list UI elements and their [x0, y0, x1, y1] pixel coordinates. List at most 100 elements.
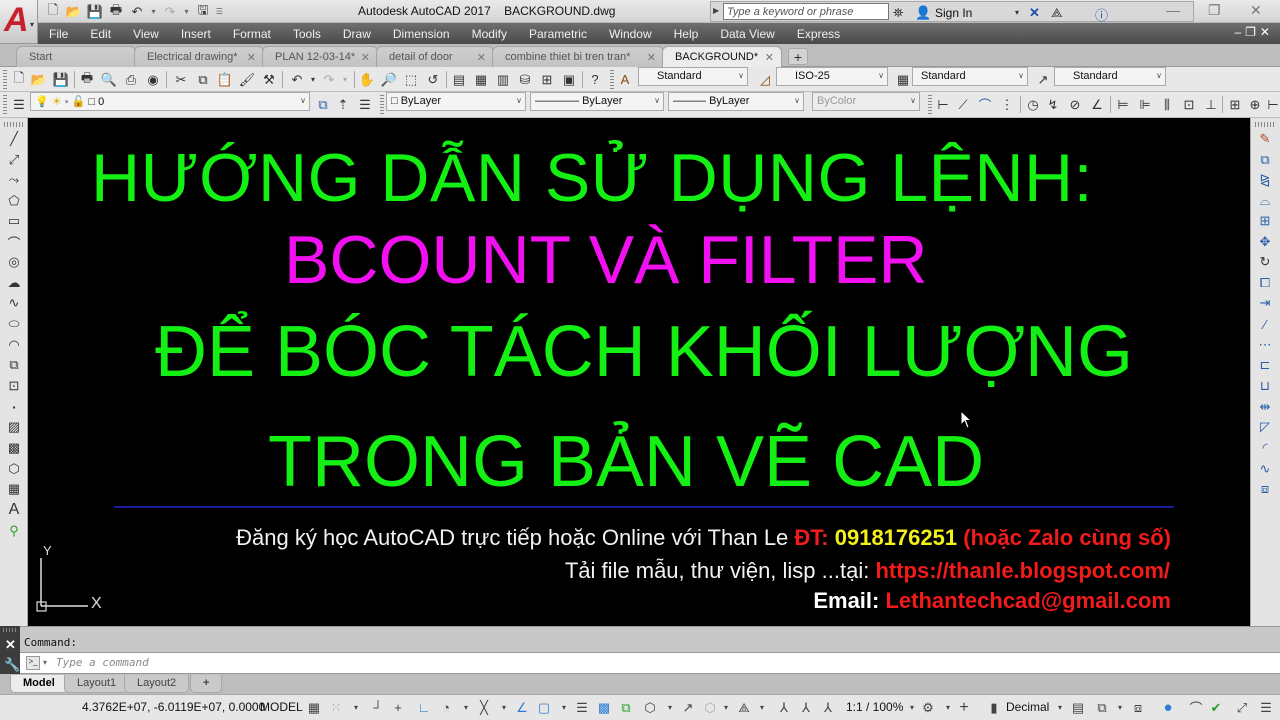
angular-dimension-icon[interactable]: ∠	[1088, 96, 1106, 113]
construction-line-icon[interactable]: ⤢	[4, 151, 24, 169]
linear-dimension-icon[interactable]: ⊢	[934, 96, 952, 113]
erase-icon[interactable]: ✎	[1255, 130, 1275, 148]
tab-plan[interactable]: PLAN 12-03-14* ✕	[262, 46, 378, 67]
workspace-gear-icon[interactable]: ⚙	[920, 699, 936, 716]
command-input[interactable]	[56, 656, 856, 669]
polyline-icon[interactable]: ⤳	[4, 171, 24, 189]
tab-layout2[interactable]: Layout2	[124, 675, 190, 693]
ellipse-arc-icon[interactable]: ◠	[4, 336, 24, 354]
open-icon[interactable]: 📂	[30, 71, 48, 88]
isometric-drafting-icon[interactable]: ╳	[476, 699, 492, 716]
undo-icon[interactable]: ↶	[128, 3, 146, 21]
ortho-icon[interactable]: ∟	[416, 699, 432, 716]
menu-parametric[interactable]: Parametric	[518, 27, 598, 41]
table-icon[interactable]: ▦	[4, 480, 24, 498]
toolbar-grip[interactable]	[4, 122, 24, 127]
close-tab-icon[interactable]: ✕	[477, 51, 486, 64]
rectangle-icon[interactable]: ▭	[4, 212, 24, 230]
region-icon[interactable]: ⬡	[4, 460, 24, 478]
circle-icon[interactable]: ◎	[4, 253, 24, 271]
save-as-icon[interactable]: 🖫	[194, 2, 212, 21]
gradient-icon[interactable]: ▩	[4, 439, 24, 457]
model-space-button[interactable]: MODEL	[260, 700, 303, 714]
array-icon[interactable]: ⊞	[1255, 212, 1275, 230]
menu-draw[interactable]: Draw	[332, 27, 382, 41]
center-mark-icon[interactable]: ⊕	[1246, 96, 1264, 113]
tab-layout1[interactable]: Layout1	[64, 675, 130, 693]
add-selected-icon[interactable]: ⚲	[4, 522, 24, 540]
linetype-select[interactable]: ———— ByLayer ∨	[530, 92, 664, 111]
ellipse-icon[interactable]: ⬭	[4, 315, 24, 333]
units-ruler-icon[interactable]: ▮	[986, 699, 1002, 716]
layer-properties-icon[interactable]: ☰	[10, 96, 28, 113]
3d-object-snap-icon[interactable]: ⬡	[642, 699, 658, 716]
toolbar-grip[interactable]	[3, 95, 7, 114]
scale-icon[interactable]: ⧠	[1255, 274, 1275, 292]
3d-print-icon[interactable]: ◉	[144, 71, 162, 88]
continue-dimension-icon[interactable]: ⫼	[1158, 96, 1176, 113]
baseline-dimension-icon[interactable]: ⊫	[1136, 96, 1154, 113]
diameter-dimension-icon[interactable]: ⊘	[1066, 96, 1084, 113]
plot-preview-icon[interactable]: 🔍	[100, 71, 118, 88]
copy-icon[interactable]: ⧉	[194, 71, 212, 88]
gizmo-dropdown-icon[interactable]: ▾	[754, 699, 770, 716]
search-input[interactable]	[723, 3, 889, 20]
layer-previous-icon[interactable]: ⇡	[334, 96, 352, 113]
toolbar-grip[interactable]	[928, 95, 932, 114]
quick-dimension-icon[interactable]: ⊨	[1114, 96, 1132, 113]
tab-electrical-drawing[interactable]: Electrical drawing* ✕	[134, 46, 264, 67]
save-icon[interactable]: 💾	[52, 71, 70, 88]
lock-ui-icon[interactable]: ⧉	[1094, 699, 1110, 716]
snap-icon[interactable]: ⁙	[328, 699, 344, 716]
minimize-button[interactable]: —	[1166, 2, 1180, 18]
units-value[interactable]: Decimal	[1006, 700, 1049, 714]
3d-osnap-dropdown-icon[interactable]: ▾	[662, 699, 678, 716]
fullscreen-icon[interactable]: ⤢	[1234, 699, 1250, 716]
close-tab-icon[interactable]: ✕	[647, 51, 656, 64]
paste-icon[interactable]: 📋	[216, 71, 234, 88]
new-icon[interactable]: 🗋	[10, 70, 28, 88]
close-tab-icon[interactable]: ✕	[247, 51, 256, 64]
close-tab-icon[interactable]: ✕	[361, 51, 370, 64]
scale-dropdown-icon[interactable]: ▾	[904, 699, 920, 716]
ordinate-dimension-icon[interactable]: ⋮	[998, 96, 1016, 113]
polar-dropdown-icon[interactable]: ▾	[458, 699, 474, 716]
isometric-dropdown-icon[interactable]: ▾	[496, 699, 512, 716]
hatch-icon[interactable]: ▨	[4, 418, 24, 436]
menu-file[interactable]: File	[38, 27, 79, 41]
help-icon[interactable]: ⓘ	[1095, 5, 1108, 24]
menu-format[interactable]: Format	[222, 27, 282, 41]
tolerance-icon[interactable]: ⊞	[1226, 96, 1244, 113]
tab-start[interactable]: Start	[16, 46, 136, 67]
customization-menu-icon[interactable]: ☰	[1258, 699, 1274, 716]
undo-dropdown-icon[interactable]: ▾	[149, 3, 158, 21]
annotation-monitor-icon[interactable]: +	[956, 699, 972, 716]
toolbar-grip[interactable]	[380, 95, 384, 114]
jogged-dimension-icon[interactable]: ↯	[1044, 96, 1062, 113]
zoom-realtime-icon[interactable]: 🔎	[380, 71, 398, 88]
multiline-text-icon[interactable]: A	[4, 501, 24, 519]
close-command-line-icon[interactable]: ✕	[5, 637, 16, 653]
open-file-icon[interactable]: 📂	[65, 3, 83, 21]
filter-dropdown-icon[interactable]: ▾	[718, 699, 734, 716]
redo-dropdown-icon[interactable]: ▾	[182, 3, 191, 21]
trim-icon[interactable]: ⁄	[1255, 315, 1275, 333]
object-snap-icon[interactable]: ▢	[536, 699, 552, 716]
grid-icon[interactable]: ▦	[306, 699, 322, 716]
plot-icon[interactable]: 🖶	[78, 70, 96, 88]
properties-icon[interactable]: ▤	[450, 71, 468, 88]
aligned-dimension-icon[interactable]: ⟋	[954, 96, 972, 113]
command-line-grip[interactable]	[3, 628, 17, 632]
menu-dimension[interactable]: Dimension	[382, 27, 461, 41]
quickcalc-icon[interactable]: ▣	[560, 71, 578, 88]
join-icon[interactable]: ⇹	[1255, 398, 1275, 416]
break-icon[interactable]: ⊔	[1255, 377, 1275, 395]
dynamic-input-icon[interactable]: +	[390, 699, 406, 716]
object-snap-tracking-icon[interactable]: ∠	[514, 699, 530, 716]
cut-icon[interactable]: ✂	[172, 71, 190, 88]
clean-screen-check-icon[interactable]: ✔	[1208, 699, 1224, 716]
sign-in-button[interactable]: Sign In	[935, 6, 972, 20]
exchange-apps-icon[interactable]: ✕	[1029, 5, 1040, 21]
mirror-icon[interactable]: ⧎	[1255, 171, 1275, 189]
fillet-icon[interactable]: ◜	[1255, 439, 1275, 457]
